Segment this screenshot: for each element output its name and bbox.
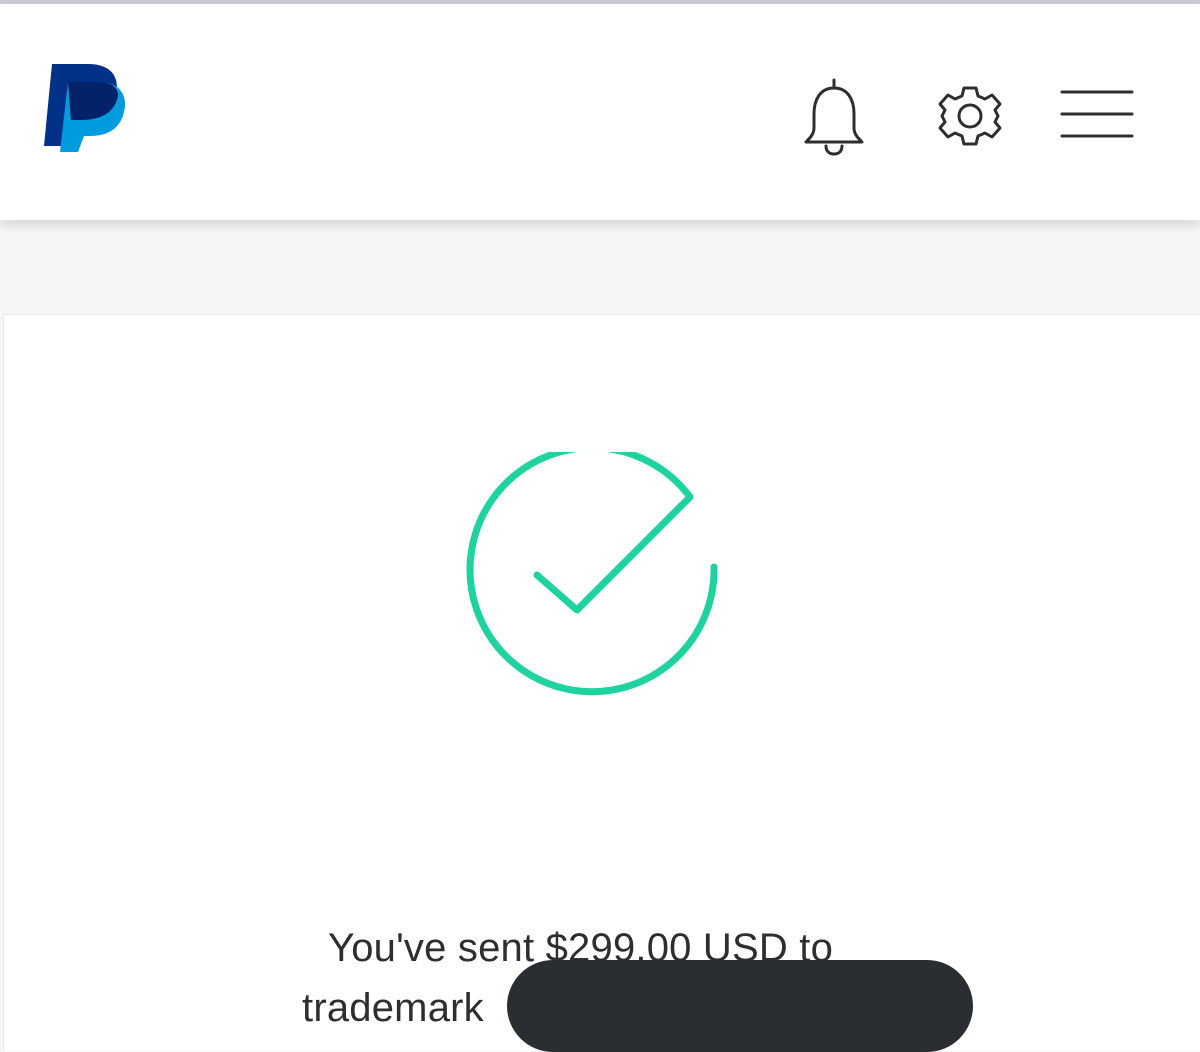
paypal-logo[interactable] (40, 56, 130, 156)
settings-button[interactable] (934, 80, 1006, 152)
notifications-button[interactable] (798, 76, 870, 158)
menu-button[interactable] (1056, 84, 1138, 144)
gear-icon (938, 86, 1002, 146)
redaction-bar (507, 960, 973, 1052)
hamburger-menu-icon (1060, 90, 1134, 138)
checkmark-circle-icon (466, 452, 718, 696)
bell-icon (804, 78, 864, 156)
app-header (0, 4, 1200, 220)
